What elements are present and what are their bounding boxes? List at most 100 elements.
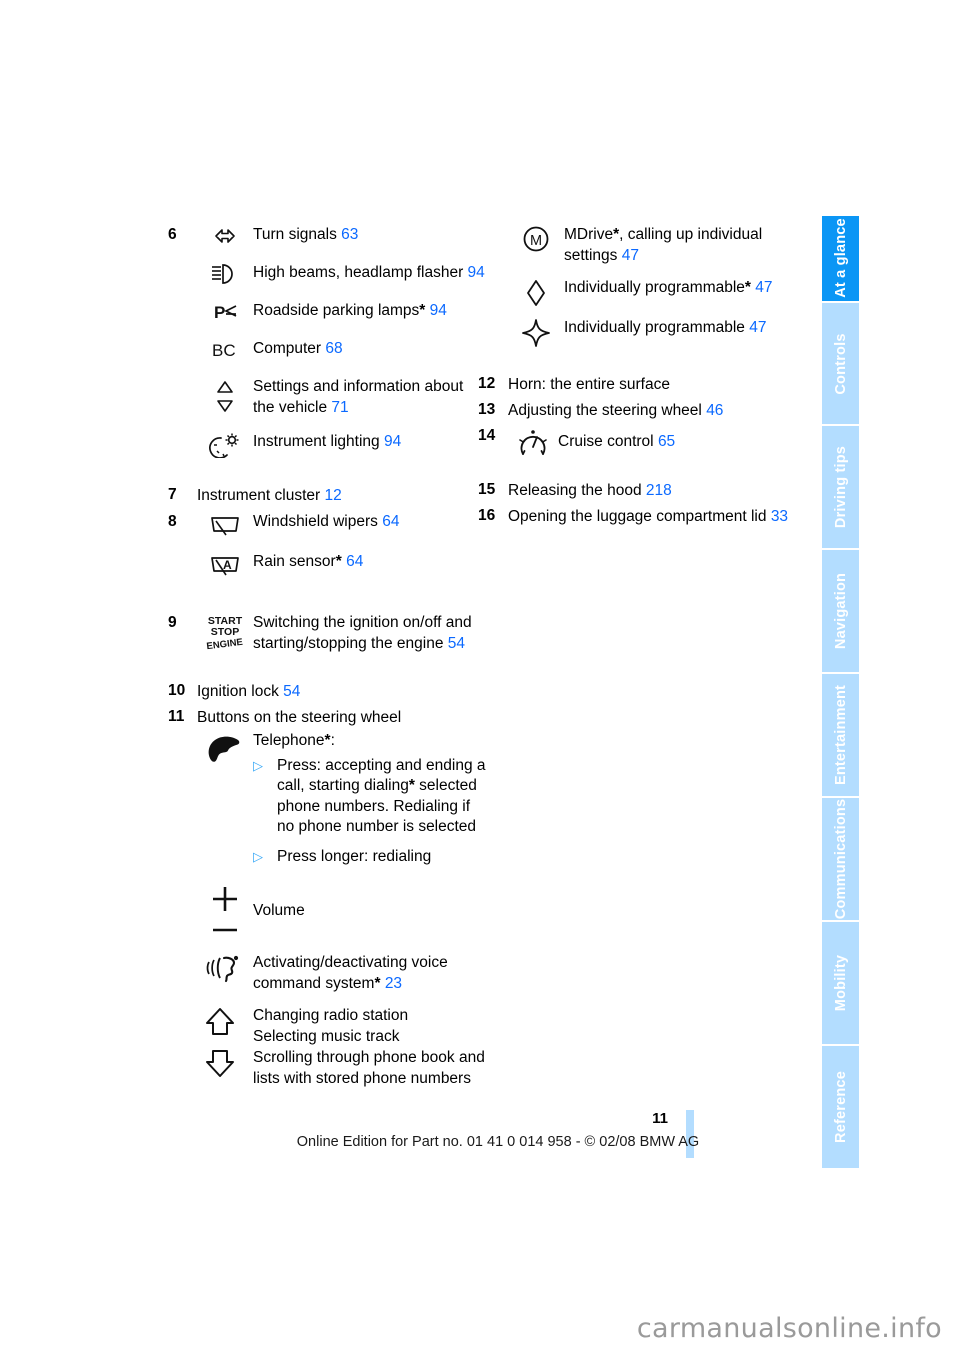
tab-at-a-glance[interactable]: At a glance bbox=[822, 216, 859, 303]
option-asterisk: * bbox=[374, 974, 381, 992]
entry-label: Selecting music track bbox=[253, 1028, 400, 1045]
item-number: 6 bbox=[168, 226, 177, 243]
turn-signals-icon bbox=[197, 225, 253, 247]
list-item-text: Individually programmable 47 bbox=[564, 318, 808, 339]
list-item-text: Opening the luggage compartment lid 33 bbox=[508, 506, 808, 527]
bullet-triangle-icon: ▷ bbox=[253, 757, 263, 773]
list-item: BC Computer 68 bbox=[168, 339, 488, 361]
item-number: 10 bbox=[168, 682, 186, 699]
page-reference[interactable]: 23 bbox=[385, 975, 402, 992]
page-reference[interactable]: 12 bbox=[325, 487, 342, 504]
page-reference[interactable]: 54 bbox=[283, 683, 300, 700]
page-reference[interactable]: 33 bbox=[771, 508, 788, 525]
svg-text:BC: BC bbox=[212, 341, 236, 360]
telephone-label-line: Telephone*: bbox=[253, 731, 488, 752]
entry-label: Instrument lighting bbox=[253, 433, 380, 450]
page-reference[interactable]: 94 bbox=[384, 433, 401, 450]
option-asterisk: * bbox=[335, 553, 342, 570]
list-item: Activating/deactivating voice command sy… bbox=[168, 953, 488, 994]
page-reference[interactable]: 68 bbox=[325, 340, 342, 357]
tab-navigation[interactable]: Navigation bbox=[822, 550, 859, 675]
cruise-control-icon bbox=[508, 426, 558, 460]
item-number: 8 bbox=[168, 513, 177, 530]
list-item-text: Ignition lock 54 bbox=[197, 681, 488, 702]
tab-reference-label: Reference bbox=[832, 1071, 849, 1144]
bullet-text: Press longer: redialing bbox=[277, 847, 431, 868]
entry-label: Horn: the entire surface bbox=[508, 376, 670, 393]
tab-mobility-label: Mobility bbox=[832, 954, 849, 1012]
list-item: A Rain sensor* 64 bbox=[168, 552, 488, 578]
list-item-text: Instrument cluster 12 bbox=[197, 485, 488, 506]
list-item: Volume bbox=[168, 883, 488, 939]
page-reference[interactable]: 47 bbox=[755, 279, 772, 296]
list-item: 7 Instrument cluster 12 bbox=[168, 485, 488, 506]
bc-computer-icon: BC bbox=[197, 339, 253, 361]
entry-label: Instrument cluster bbox=[197, 487, 321, 504]
page-reference[interactable]: 65 bbox=[658, 433, 675, 450]
page-reference[interactable]: 71 bbox=[331, 399, 348, 416]
entry-label: High beams, headlamp flasher bbox=[253, 264, 464, 281]
entry-label: Activating/deactivating voice command sy… bbox=[253, 954, 448, 992]
list-item-text: Telephone*: ▷ Press: accepting and endin… bbox=[253, 731, 488, 867]
page-reference[interactable]: 64 bbox=[382, 513, 399, 530]
list-item-text: Changing radio station Selecting music t… bbox=[253, 1005, 488, 1089]
four-point-star-icon bbox=[508, 318, 564, 348]
entry-label: Switching the ignition on/off and starti… bbox=[253, 614, 472, 652]
item-number: 7 bbox=[168, 486, 177, 503]
tab-driving-tips[interactable]: Driving tips bbox=[822, 426, 859, 551]
rain-sensor-icon: A bbox=[197, 552, 253, 578]
page-reference[interactable]: 64 bbox=[346, 553, 363, 570]
page-reference[interactable]: 47 bbox=[749, 319, 766, 336]
scroll-arrows-icon-group bbox=[197, 1005, 253, 1081]
list-item: Individually programmable 47 bbox=[478, 318, 808, 348]
bullet-triangle-icon: ▷ bbox=[253, 848, 263, 864]
option-asterisk: * bbox=[744, 279, 751, 296]
list-item-text: Rain sensor* 64 bbox=[253, 552, 488, 573]
list-item-text: Activating/deactivating voice command sy… bbox=[253, 953, 488, 994]
option-asterisk: * bbox=[419, 302, 426, 319]
edition-line: Online Edition for Part no. 01 41 0 014 … bbox=[296, 1134, 700, 1150]
page-number: 11 bbox=[652, 1110, 668, 1127]
item-number: 13 bbox=[478, 401, 496, 418]
section-tab-strip: At a glance Controls Driving tips Naviga… bbox=[822, 216, 859, 1169]
watermark: carmanualsonline.info bbox=[636, 1313, 942, 1344]
page-reference[interactable]: 63 bbox=[341, 226, 358, 243]
bullet-text: Press: accepting and ending a call, star… bbox=[277, 756, 488, 838]
page-reference[interactable]: 47 bbox=[622, 247, 639, 264]
arrow-down-icon bbox=[206, 1050, 234, 1077]
page-reference[interactable]: 218 bbox=[646, 482, 672, 499]
item-number: 14 bbox=[478, 427, 496, 444]
list-item-text: MDrive*, calling up individual settings … bbox=[564, 225, 808, 266]
entry-label: MDrive bbox=[564, 226, 614, 243]
tab-controls[interactable]: Controls bbox=[822, 302, 859, 427]
right-content-column: M MDrive*, calling up individual setting… bbox=[478, 225, 808, 538]
entry-label: Ignition lock bbox=[197, 683, 279, 700]
m-circle-icon: M bbox=[508, 225, 564, 255]
item-number: 9 bbox=[168, 614, 177, 631]
list-item-text: Horn: the entire surface bbox=[508, 374, 808, 395]
list-item: 14 Cruise control 65 bbox=[478, 426, 808, 460]
list-item: 9 START STOP ENGINE Switching the igniti… bbox=[168, 613, 488, 654]
diamond-icon bbox=[508, 278, 564, 308]
entry-label: Individually programmable bbox=[564, 319, 745, 336]
entry-label: Settings and information about the vehic… bbox=[253, 378, 464, 416]
entry-label: Volume bbox=[253, 902, 305, 919]
list-item: 6 Turn signals 63 bbox=[168, 225, 488, 247]
list-item-text: Volume bbox=[253, 883, 488, 922]
tab-entertainment[interactable]: Entertainment bbox=[822, 674, 859, 799]
tab-driving-tips-label: Driving tips bbox=[832, 446, 849, 529]
item-number: 15 bbox=[478, 481, 496, 498]
list-item: Telephone*: ▷ Press: accepting and endin… bbox=[168, 731, 488, 867]
list-item: High beams, headlamp flasher 94 bbox=[168, 263, 488, 285]
tab-communications[interactable]: Communications bbox=[822, 798, 859, 923]
list-item-text: Roadside parking lamps* 94 bbox=[253, 301, 488, 322]
page-reference[interactable]: 46 bbox=[706, 402, 723, 419]
tab-mobility[interactable]: Mobility bbox=[822, 922, 859, 1047]
left-content-column: 6 Turn signals 63 High beams, headlamp f… bbox=[168, 225, 488, 1100]
page-reference[interactable]: 54 bbox=[448, 635, 465, 652]
page-reference[interactable]: 94 bbox=[430, 302, 447, 319]
list-item: ▷ Press: accepting and ending a call, st… bbox=[253, 756, 488, 838]
entry-label: Computer bbox=[253, 340, 322, 357]
entry-label: Opening the luggage compartment lid bbox=[508, 508, 767, 525]
